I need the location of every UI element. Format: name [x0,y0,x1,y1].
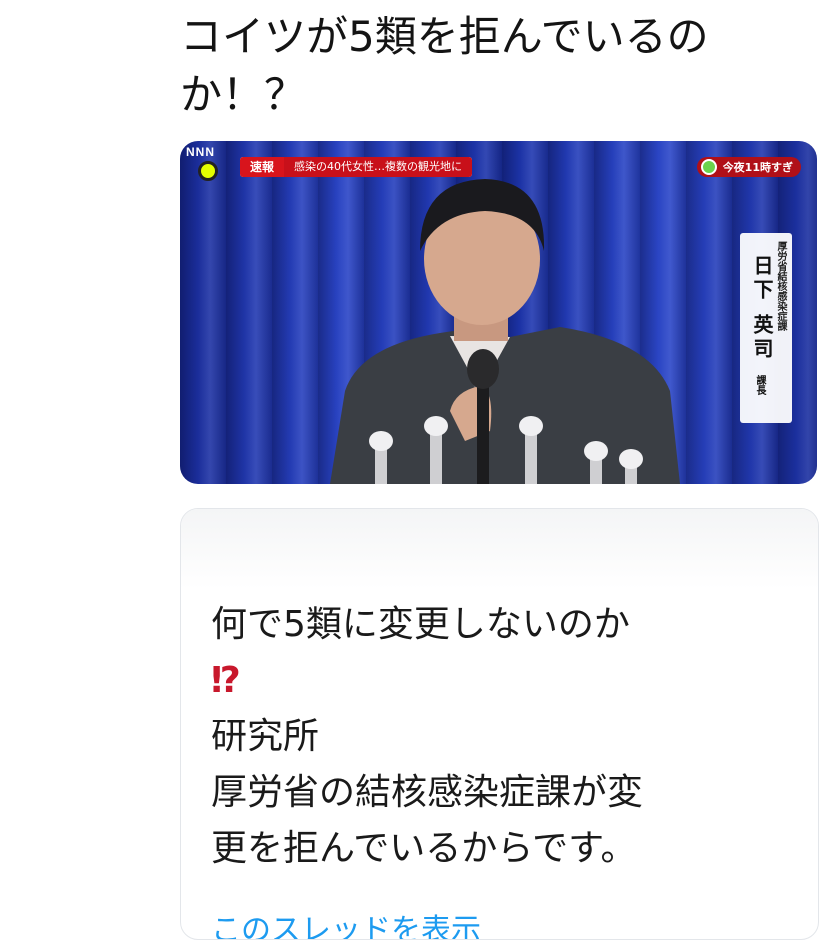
card-header-fade [181,509,818,589]
nameplate-title: 課長 [754,375,765,395]
schedule-text: 今夜11時すぎ [722,161,793,174]
network-logo: NNN [186,145,215,159]
speaker-nameplate: 厚労省結核感染症課 日下 英司 課長 [740,233,792,423]
schedule-badge: 今夜11時すぎ [696,157,801,177]
breaking-news-bar: 速報 感染の40代女性…複数の観光地に [240,157,473,177]
quoted-first-line: 何で5類に変更しないのか [211,604,630,645]
clock-icon [700,159,717,175]
tweet-text: コイツが5類を拒んでいるの か！？ [180,12,709,119]
nameplate-name: 日下 英司 [750,255,774,362]
network-logo-icon [198,161,218,181]
quoted-body-text: 研究所 厚労省の結核感染症課が変 更を拒んでいるからです。 [211,716,644,869]
speaker-figure [330,179,680,484]
breaking-text: 感染の40代女性…複数の観光地に [284,157,473,177]
news-screenshot-image[interactable]: NNN 速報 感染の40代女性…複数の観光地に 今夜11時すぎ 厚労省結核感染症… [180,141,817,484]
exclaim-question-icon: ⁉ [211,660,241,701]
breaking-tag: 速報 [240,157,285,177]
show-thread-link[interactable]: このスレッドを表示 [211,905,481,939]
quoted-tweet-card[interactable]: 何で5類に変更しないのか ⁉ 研究所 厚労省の結核感染症課が変 更を拒んでいるか… [180,508,819,940]
